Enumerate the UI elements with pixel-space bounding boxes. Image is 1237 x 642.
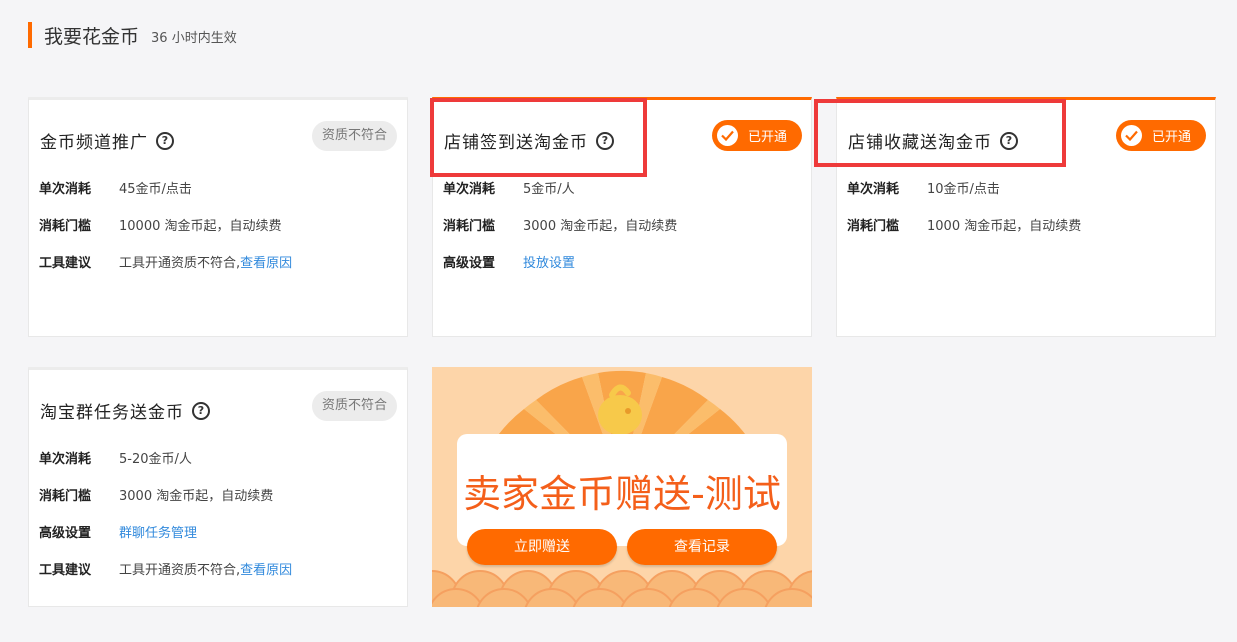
section-accent-bar xyxy=(28,22,32,48)
threshold-row: 消耗门槛 3000 淘金币起，自动续费 xyxy=(443,215,677,252)
threshold-row: 消耗门槛 1000 淘金币起，自动续费 xyxy=(847,215,1081,252)
threshold-value: 10000 淘金币起，自动续费 xyxy=(119,219,282,234)
threshold-value: 1000 淘金币起，自动续费 xyxy=(927,219,1082,234)
section-header: 我要花金币 36 小时内生效 xyxy=(28,22,237,48)
group-task-management-link[interactable]: 群聊任务管理 xyxy=(119,522,197,541)
cost-row: 单次消耗 5金币/人 xyxy=(443,178,677,215)
threshold-row: 消耗门槛 3000 淘金币起，自动续费 xyxy=(39,485,292,522)
enabled-badge: 已开通 xyxy=(1116,120,1206,151)
card-header: 淘宝群任务送金币 ? xyxy=(40,398,210,423)
advice-row: 工具建议 工具开通资质不符合,查看原因 xyxy=(39,559,292,596)
card-title: 淘宝群任务送金币 xyxy=(40,403,184,423)
advice-row: 工具建议 工具开通资质不符合,查看原因 xyxy=(39,252,292,289)
section-title: 我要花金币 xyxy=(44,25,140,48)
cost-row: 单次消耗 10金币/点击 xyxy=(847,178,1081,215)
card-coin-channel: 金币频道推广 ? 资质不符合 单次消耗 45金币/点击 消耗门槛 10000 淘… xyxy=(28,97,408,337)
cost-row: 单次消耗 45金币/点击 xyxy=(39,178,292,215)
cost-value: 5金币/人 xyxy=(523,182,575,197)
help-icon[interactable]: ? xyxy=(156,131,174,150)
card-details: 单次消耗 45金币/点击 消耗门槛 10000 淘金币起，自动续费 工具建议 工… xyxy=(39,178,292,289)
threshold-label: 消耗门槛 xyxy=(443,219,496,234)
check-icon xyxy=(1121,125,1142,146)
enabled-label: 已开通 xyxy=(1152,130,1192,145)
advice-value: 工具开通资质不符合,查看原因 xyxy=(119,559,292,578)
view-reason-link[interactable]: 查看原因 xyxy=(240,563,292,578)
placement-settings-link[interactable]: 投放设置 xyxy=(523,252,575,271)
cost-label: 单次消耗 xyxy=(39,452,92,467)
card-details: 单次消耗 5-20金币/人 消耗门槛 3000 淘金币起，自动续费 高级设置 群… xyxy=(39,448,292,596)
advice-label: 工具建议 xyxy=(39,256,92,271)
section-note: 36 小时内生效 xyxy=(151,31,237,46)
advice-label: 工具建议 xyxy=(39,563,92,578)
card-details: 单次消耗 10金币/点击 消耗门槛 1000 淘金币起，自动续费 xyxy=(847,178,1081,252)
cost-value: 10金币/点击 xyxy=(927,182,1000,197)
card-header: 金币频道推广 ? xyxy=(40,128,174,153)
cost-label: 单次消耗 xyxy=(443,182,496,197)
enabled-badge: 已开通 xyxy=(712,120,802,151)
threshold-label: 消耗门槛 xyxy=(39,489,92,504)
advanced-row: 高级设置 群聊任务管理 xyxy=(39,522,292,559)
advanced-label: 高级设置 xyxy=(443,256,496,271)
threshold-value: 3000 淘金币起，自动续费 xyxy=(119,489,274,504)
seller-coin-gift-banner: 卖家金币赠送-测试 立即赠送 查看记录 xyxy=(432,367,812,607)
cost-value: 45金币/点击 xyxy=(119,182,192,197)
view-reason-link[interactable]: 查看原因 xyxy=(240,256,292,271)
enabled-label: 已开通 xyxy=(748,130,788,145)
card-group-task: 淘宝群任务送金币 ? 资质不符合 单次消耗 5-20金币/人 消耗门槛 3000… xyxy=(28,367,408,607)
ineligible-badge: 资质不符合 xyxy=(311,121,397,151)
threshold-value: 3000 淘金币起，自动续费 xyxy=(523,219,678,234)
card-details: 单次消耗 5金币/人 消耗门槛 3000 淘金币起，自动续费 高级设置 投放设置 xyxy=(443,178,677,289)
check-icon xyxy=(717,125,738,146)
threshold-label: 消耗门槛 xyxy=(39,219,92,234)
highlight-box-favorite-title xyxy=(814,99,1066,167)
view-records-button[interactable]: 查看记录 xyxy=(627,529,777,565)
advice-value: 工具开通资质不符合,查看原因 xyxy=(119,252,292,271)
advice-text: 工具开通资质不符合, xyxy=(119,256,241,271)
ineligible-badge: 资质不符合 xyxy=(311,391,397,421)
help-icon[interactable]: ? xyxy=(192,401,210,420)
advice-text: 工具开通资质不符合, xyxy=(119,563,241,578)
threshold-label: 消耗门槛 xyxy=(847,219,900,234)
advanced-row: 高级设置 投放设置 xyxy=(443,252,677,289)
cost-row: 单次消耗 5-20金币/人 xyxy=(39,448,292,485)
card-title: 金币频道推广 xyxy=(40,133,148,153)
threshold-row: 消耗门槛 10000 淘金币起，自动续费 xyxy=(39,215,292,252)
cost-label: 单次消耗 xyxy=(847,182,900,197)
promo-title: 卖家金币赠送-测试 xyxy=(463,472,781,516)
highlight-box-checkin-title xyxy=(430,98,647,177)
cost-label: 单次消耗 xyxy=(39,182,92,197)
gift-now-button[interactable]: 立即赠送 xyxy=(467,529,617,565)
advanced-label: 高级设置 xyxy=(39,526,92,541)
cost-value: 5-20金币/人 xyxy=(119,452,192,467)
